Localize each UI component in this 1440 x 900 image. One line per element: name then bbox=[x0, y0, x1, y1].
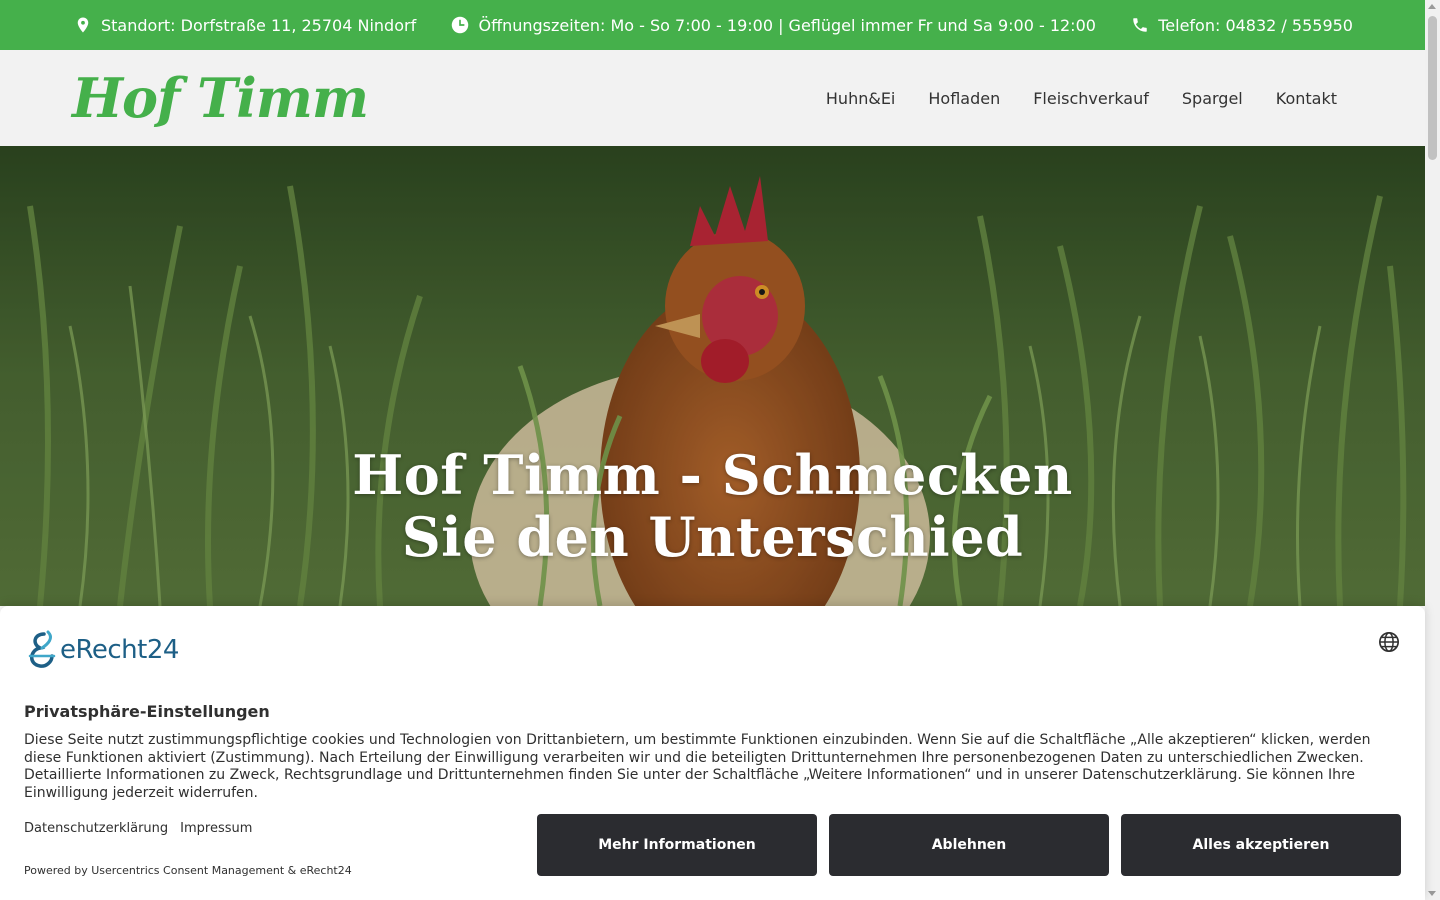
location-text: Standort: Dorfstraße 11, 25704 Nindorf bbox=[101, 15, 417, 35]
more-information-button[interactable]: Mehr Informationen bbox=[537, 814, 817, 876]
nav-item-spargel[interactable]: Spargel bbox=[1182, 89, 1243, 108]
nav-item-hofladen[interactable]: Hofladen bbox=[928, 89, 1000, 108]
nav-item-fleischverkauf[interactable]: Fleischverkauf bbox=[1033, 89, 1149, 108]
erecht24-logo: eRecht24 bbox=[24, 630, 179, 670]
hero-title-line-1: Hof Timm - Schmecken bbox=[352, 443, 1073, 507]
language-globe-icon[interactable] bbox=[1378, 631, 1400, 653]
cookie-consent-banner: eRecht24 Privatsphäre-Einstellungen Dies… bbox=[0, 606, 1425, 900]
consent-links: Datenschutzerklärung Impressum bbox=[24, 821, 252, 836]
location-pin-icon bbox=[77, 17, 89, 33]
main-nav: Huhn&Ei Hofladen Fleischverkauf Spargel … bbox=[826, 89, 1337, 108]
privacy-policy-link[interactable]: Datenschutzerklärung bbox=[24, 821, 168, 836]
site-logo[interactable]: Hof Timm bbox=[72, 71, 369, 125]
clock-icon bbox=[452, 16, 469, 34]
hero-section: Hof Timm - Schmecken Sie den Unterschied bbox=[0, 146, 1425, 606]
page-scrollbar[interactable] bbox=[1425, 0, 1440, 900]
scroll-thumb[interactable] bbox=[1428, 16, 1437, 160]
consent-description: Diese Seite nutzt zustimmungspflichtige … bbox=[24, 732, 1371, 801]
top-info-bar: Standort: Dorfstraße 11, 25704 Nindorf Ö… bbox=[0, 0, 1425, 50]
imprint-link[interactable]: Impressum bbox=[180, 821, 252, 836]
scroll-up-arrow-icon[interactable] bbox=[1428, 4, 1436, 9]
phone-icon bbox=[1133, 18, 1147, 32]
phone-info[interactable]: Telefon: 04832 / 555950 bbox=[1131, 16, 1353, 35]
erecht24-symbol-icon bbox=[28, 630, 56, 668]
erecht24-brand-text: eRecht24 bbox=[60, 635, 179, 665]
consent-title: Privatsphäre-Einstellungen bbox=[24, 702, 270, 721]
hours-info: Öffnungszeiten: Mo - So 7:00 - 19:00 | G… bbox=[451, 15, 1096, 35]
accept-all-button[interactable]: Alles akzeptieren bbox=[1121, 814, 1401, 876]
hero-title: Hof Timm - Schmecken Sie den Unterschied bbox=[0, 444, 1425, 568]
scroll-down-arrow-icon[interactable] bbox=[1428, 891, 1436, 896]
hero-title-line-2: Sie den Unterschied bbox=[401, 505, 1024, 569]
hours-text: Öffnungszeiten: Mo - So 7:00 - 19:00 | G… bbox=[478, 15, 1096, 35]
decline-button[interactable]: Ablehnen bbox=[829, 814, 1109, 876]
location-info: Standort: Dorfstraße 11, 25704 Nindorf bbox=[74, 16, 416, 35]
powered-by-text: Powered by Usercentrics Consent Manageme… bbox=[24, 864, 352, 877]
nav-item-kontakt[interactable]: Kontakt bbox=[1276, 89, 1337, 108]
phone-text: Telefon: 04832 / 555950 bbox=[1158, 15, 1353, 35]
site-header: Hof Timm Huhn&Ei Hofladen Fleischverkauf… bbox=[0, 50, 1425, 146]
nav-item-huhn-ei[interactable]: Huhn&Ei bbox=[826, 89, 895, 108]
